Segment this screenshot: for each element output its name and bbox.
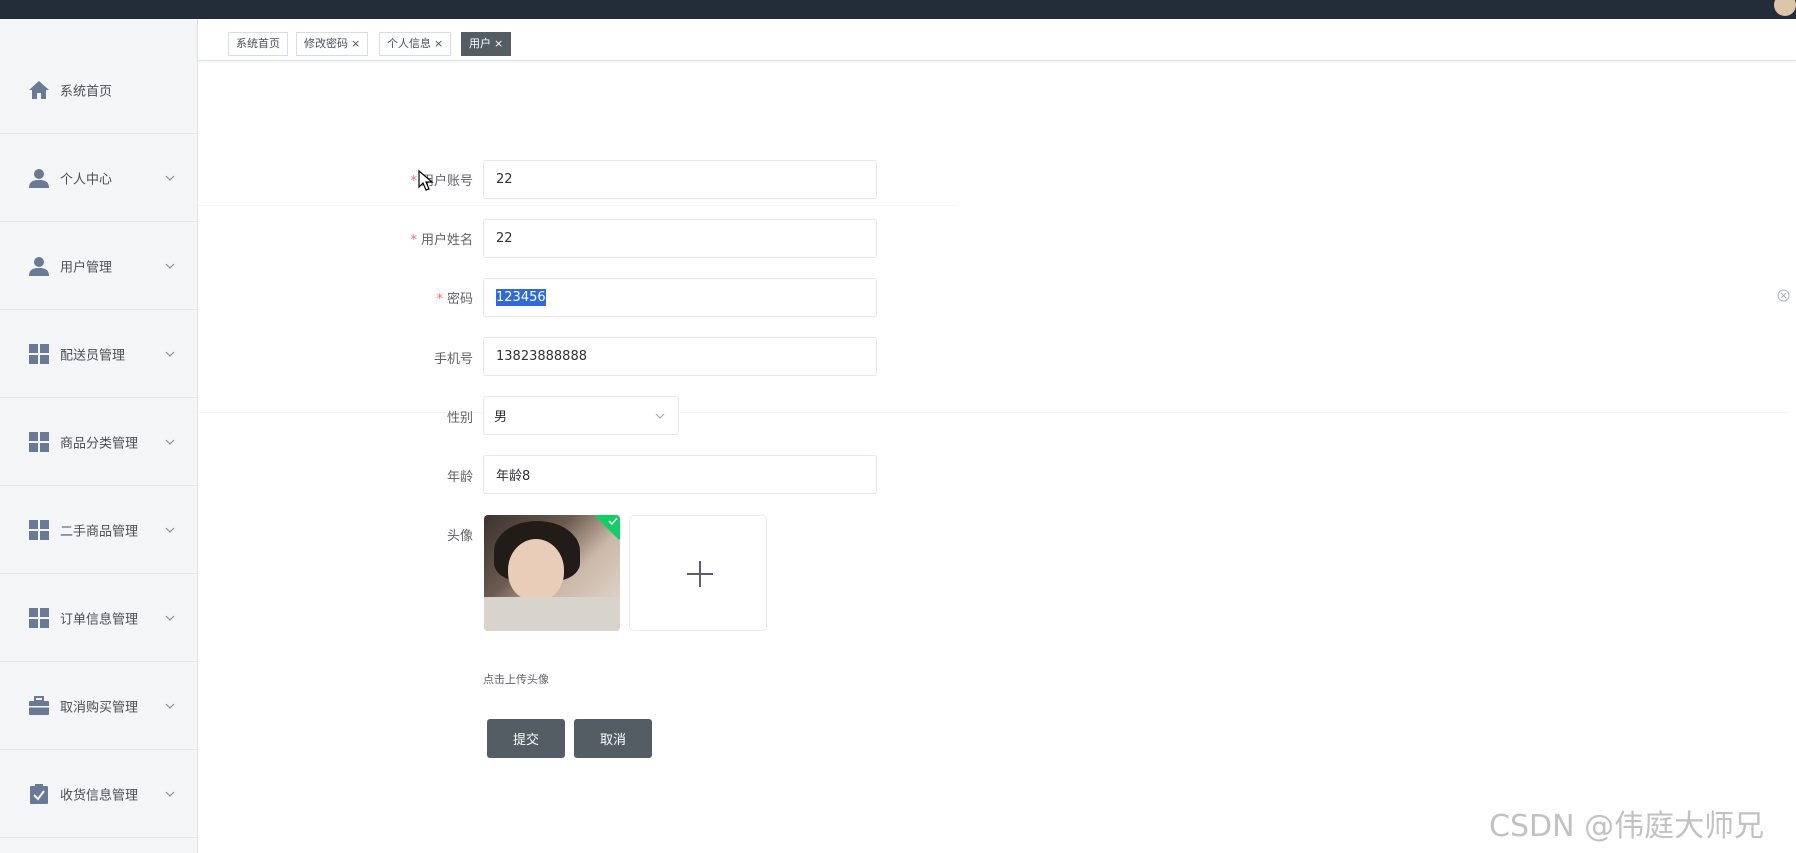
required-mark: *: [410, 174, 417, 189]
sidebar-item-receiving-info-management[interactable]: 收货信息管理: [0, 751, 198, 838]
chevron-down-icon: [165, 703, 175, 709]
sidebar: 系统首页 个人中心 用户管理 配送员管理 商品分类管理 二手商品管理 订单信息管…: [0, 19, 198, 853]
sidebar-item-cancel-purchase-management[interactable]: 取消购买管理: [0, 663, 198, 750]
upload-tip: 点击上传头像: [483, 673, 549, 686]
account-value: 22: [496, 172, 513, 187]
sidebar-item-label: 取消购买管理: [60, 700, 139, 716]
chevron-down-icon: [165, 615, 175, 621]
chevron-down-icon: [165, 175, 175, 181]
gender-label: 性别: [446, 411, 473, 426]
clear-icon[interactable]: [1777, 289, 1790, 302]
sidebar-item-personal-center[interactable]: 个人中心: [0, 135, 198, 222]
name-value: 22: [496, 231, 513, 246]
user-avatar[interactable]: [1774, 0, 1796, 16]
tabs-bar: 系统首页 修改密码 × 个人信息 × 用户 ×: [198, 19, 1796, 61]
sidebar-item-category-management[interactable]: 商品分类管理: [0, 399, 198, 486]
password-label: * 密码: [436, 292, 473, 307]
chevron-down-icon: [165, 439, 175, 445]
grid-icon: [29, 344, 49, 364]
close-icon[interactable]: ×: [351, 37, 360, 50]
check-icon: [608, 517, 618, 526]
grid-icon: [29, 608, 49, 628]
clipboard-check-icon: [30, 784, 48, 804]
avatar-upload-button[interactable]: [629, 515, 767, 631]
sidebar-item-label: 个人中心: [60, 172, 113, 188]
sidebar-item-label: 配送员管理: [60, 348, 126, 364]
chevron-down-icon: [165, 791, 175, 797]
tab-label: 系统首页: [236, 37, 280, 50]
tab-label: 个人信息: [387, 37, 431, 50]
avatar-label: 头像: [446, 529, 473, 544]
name-label: * 用户姓名: [410, 233, 473, 248]
tab-change-password[interactable]: 修改密码 ×: [296, 32, 369, 56]
phone-input[interactable]: 13823888888: [483, 337, 877, 376]
name-input[interactable]: 22: [483, 219, 877, 258]
sidebar-item-secondhand-management[interactable]: 二手商品管理: [0, 487, 198, 574]
required-mark: *: [410, 233, 417, 248]
avatar-image[interactable]: [484, 515, 620, 631]
password-value: 123456: [496, 289, 546, 306]
close-icon[interactable]: ×: [434, 37, 443, 50]
close-icon[interactable]: ×: [494, 37, 503, 50]
required-mark: *: [436, 292, 443, 307]
watermark: CSDN @伟庭大师兄: [1489, 809, 1765, 844]
cancel-button[interactable]: 取消: [574, 719, 652, 758]
tab-label: 修改密码: [304, 37, 348, 50]
home-icon: [29, 81, 49, 99]
chevron-down-icon: [165, 351, 175, 357]
grid-icon: [29, 432, 49, 452]
tab-user[interactable]: 用户 ×: [461, 32, 512, 56]
sidebar-item-label: 订单信息管理: [60, 612, 139, 628]
sidebar-item-courier-management[interactable]: 配送员管理: [0, 311, 198, 398]
user-icon: [29, 257, 49, 276]
top-bar: [0, 0, 1796, 19]
age-label: 年龄: [446, 470, 473, 485]
phone-value: 13823888888: [496, 349, 587, 364]
grid-icon: [29, 520, 49, 540]
sidebar-item-label: 二手商品管理: [60, 524, 139, 540]
chevron-down-icon: [165, 527, 175, 533]
account-label: * 用户账号: [410, 174, 473, 189]
tab-home[interactable]: 系统首页: [228, 32, 288, 56]
chevron-down-icon: [655, 413, 665, 419]
password-input[interactable]: 123456: [483, 278, 877, 317]
gender-value: 男: [494, 410, 508, 425]
tab-personal-info[interactable]: 个人信息 ×: [379, 32, 452, 56]
gender-select[interactable]: 男: [483, 396, 679, 435]
age-input[interactable]: 年龄8: [483, 455, 877, 494]
divider: [198, 205, 958, 206]
sidebar-item-home[interactable]: 系统首页: [0, 47, 198, 134]
tab-label: 用户: [469, 37, 491, 50]
chevron-down-icon: [165, 263, 175, 269]
user-icon: [29, 169, 49, 188]
sidebar-item-label: 系统首页: [60, 84, 113, 100]
briefcase-icon: [29, 696, 49, 715]
sidebar-item-label: 商品分类管理: [60, 436, 139, 452]
submit-button[interactable]: 提交: [487, 719, 565, 758]
sidebar-item-label: 用户管理: [60, 260, 113, 276]
phone-label: 手机号: [433, 352, 473, 367]
sidebar-item-user-management[interactable]: 用户管理: [0, 223, 198, 310]
sidebar-item-label: 收货信息管理: [60, 788, 139, 804]
account-input[interactable]: 22: [483, 160, 877, 199]
mouse-cursor-icon: [418, 170, 434, 191]
sidebar-item-order-management[interactable]: 订单信息管理: [0, 575, 198, 662]
age-value: 年龄8: [496, 469, 531, 484]
